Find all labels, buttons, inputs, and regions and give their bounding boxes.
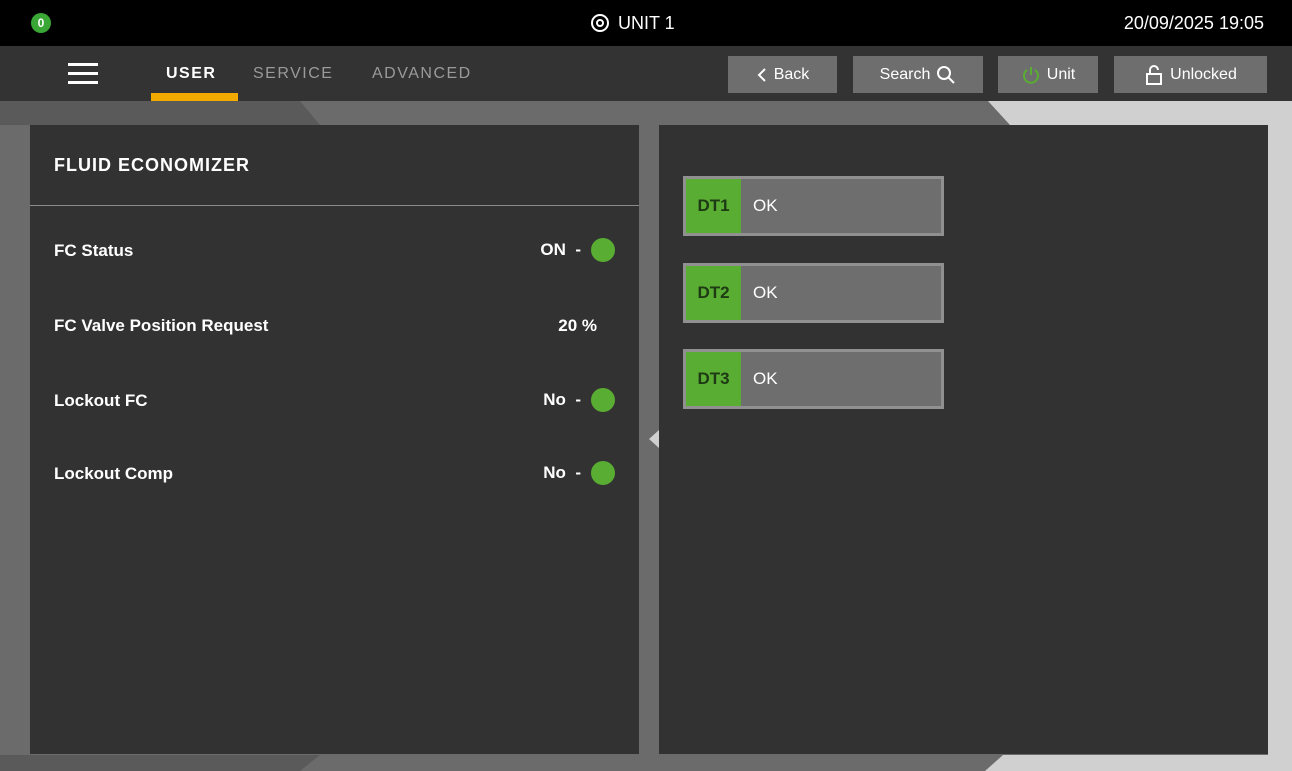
- status-ok-indicator: [591, 461, 615, 485]
- unit-power-button[interactable]: Unit: [998, 56, 1098, 93]
- status-bar: 0 UNIT 1 20/09/2025 19:05: [0, 0, 1292, 46]
- dt1-status: OK: [753, 196, 778, 215]
- unit-title: UNIT 1: [590, 10, 675, 36]
- fc-valve-position-value: 20 %: [558, 316, 597, 336]
- unlocked-padlock-icon: [1146, 64, 1163, 85]
- dt3-status-tile[interactable]: DT3 OK: [683, 349, 944, 409]
- fc-status-text: ON -: [540, 240, 581, 259]
- dt-sensors-panel: DT1 OK DT2 OK DT3 OK: [659, 125, 1268, 754]
- alarm-count-badge[interactable]: 0: [31, 13, 51, 33]
- unit-button-label: Unit: [1046, 65, 1076, 83]
- tab-advanced[interactable]: ADVANCED: [372, 60, 472, 88]
- fc-status-label: FC Status: [54, 241, 134, 260]
- dt2-status-tile[interactable]: DT2 OK: [683, 263, 944, 323]
- dt1-status-tile[interactable]: DT1 OK: [683, 176, 944, 236]
- unit-title-label: UNIT 1: [618, 12, 675, 33]
- dt3-status: OK: [753, 369, 778, 388]
- datetime: 20/09/2025 19:05: [1123, 12, 1264, 33]
- status-ok-indicator: [591, 388, 615, 412]
- search-button[interactable]: Search: [853, 56, 983, 93]
- panel-splitter-handle[interactable]: [649, 430, 659, 448]
- fc-status-value: ON -: [540, 238, 615, 262]
- lock-status-label: Unlocked: [1170, 65, 1237, 83]
- status-ok-indicator: [591, 238, 615, 262]
- tab-user[interactable]: USER: [166, 60, 216, 88]
- back-button-label: Back: [773, 65, 810, 83]
- dt1-code: DT1: [686, 179, 741, 233]
- panel-title: FLUID ECONOMIZER: [54, 155, 250, 175]
- dt2-status: OK: [753, 283, 778, 302]
- fc-valve-position-text: 20 %: [558, 316, 597, 335]
- dt2-code: DT2: [686, 266, 741, 320]
- hamburger-menu-icon[interactable]: [68, 63, 98, 85]
- chevron-left-icon: [757, 67, 766, 82]
- lockout-comp-label: Lockout Comp: [54, 464, 173, 483]
- dt3-code: DT3: [686, 352, 741, 406]
- lockout-comp-value: No -: [543, 461, 615, 485]
- search-button-label: Search: [879, 65, 931, 83]
- fc-valve-position-label: FC Valve Position Request: [54, 316, 269, 335]
- search-icon: [937, 65, 956, 84]
- fluid-economizer-panel: FLUID ECONOMIZER FC Status ON - FC Valve…: [30, 125, 639, 754]
- lockout-comp-text: No -: [543, 463, 581, 482]
- tab-service[interactable]: SERVICE: [253, 60, 333, 88]
- lockout-fc-value: No -: [543, 388, 615, 412]
- location-pin-icon: [591, 14, 609, 32]
- lock-status-button[interactable]: Unlocked: [1114, 56, 1267, 93]
- power-icon: [1022, 66, 1039, 84]
- lockout-fc-text: No -: [543, 390, 581, 409]
- active-tab-indicator: [151, 93, 238, 101]
- divider: [30, 205, 639, 206]
- back-button[interactable]: Back: [728, 56, 837, 93]
- lockout-fc-label: Lockout FC: [54, 391, 148, 410]
